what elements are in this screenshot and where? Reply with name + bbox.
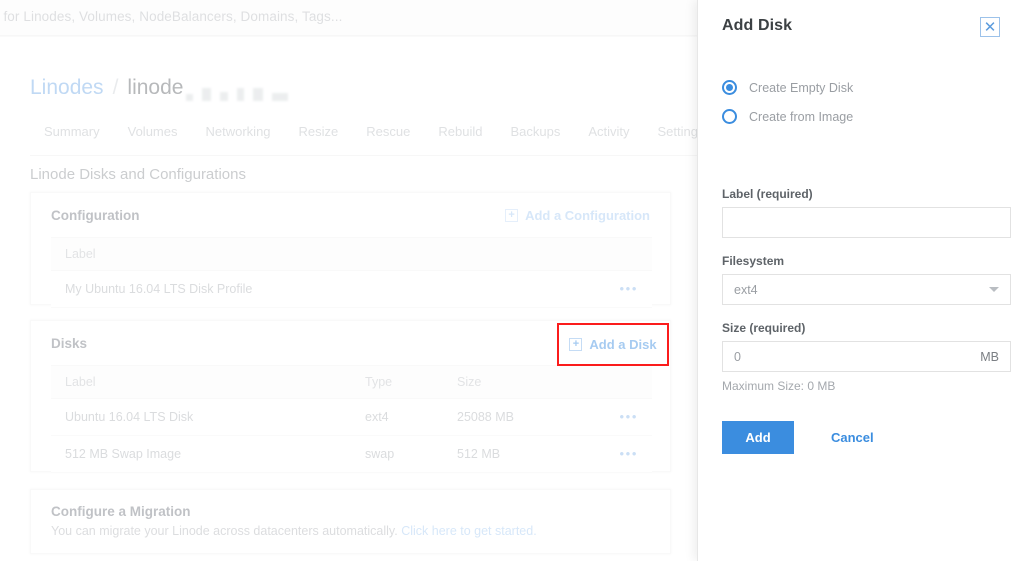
size-input[interactable]: 0 MB xyxy=(722,341,1011,372)
filesystem-field-group: Filesystem ext4 xyxy=(722,254,1000,305)
disk-row-label: 512 MB Swap Image xyxy=(51,436,351,473)
page-title: linode xyxy=(127,76,183,100)
top-search-bar[interactable]: h for Linodes, Volumes, NodeBalancers, D… xyxy=(0,0,697,36)
configuration-title: Configuration xyxy=(51,208,139,223)
column-header-type: Type xyxy=(351,366,443,399)
label-field-group: Label (required) xyxy=(722,187,1000,238)
configuration-card: Configuration + Add a Configuration Labe… xyxy=(30,192,671,305)
kebab-menu-icon[interactable]: ••• xyxy=(620,285,638,293)
disk-row-label: Ubuntu 16.04 LTS Disk xyxy=(51,399,351,436)
search-input-placeholder[interactable]: h for Linodes, Volumes, NodeBalancers, D… xyxy=(0,9,342,24)
migration-card: Configure a Migration You can migrate yo… xyxy=(30,489,671,554)
filesystem-field-label: Filesystem xyxy=(722,254,1000,268)
size-field-label: Size (required) xyxy=(722,321,1000,335)
section-heading: Linode Disks and Configurations xyxy=(30,166,246,183)
maximum-size-helper-text: Maximum Size: 0 MB xyxy=(722,379,1000,393)
add-button[interactable]: Add xyxy=(722,421,794,454)
radio-label-create-empty-disk: Create Empty Disk xyxy=(749,81,853,95)
configuration-row-spacer-1 xyxy=(351,271,443,308)
plus-icon: + xyxy=(569,338,582,351)
drawer-action-bar: Add Cancel xyxy=(722,421,1000,454)
tab-rescue[interactable]: Rescue xyxy=(352,124,424,150)
drawer-header: Add Disk ✕ xyxy=(722,0,1000,37)
disks-table: Label Type Size Ubuntu 16.04 LTS Disk ex… xyxy=(51,365,652,473)
row-actions-cell: ••• xyxy=(593,436,652,473)
disks-table-header-row: Label Type Size xyxy=(51,366,652,399)
label-input[interactable] xyxy=(722,207,1011,238)
chevron-down-icon xyxy=(989,287,999,292)
disk-row-size: 512 MB xyxy=(443,436,593,473)
column-header-spacer-2 xyxy=(443,238,593,271)
tab-resize[interactable]: Resize xyxy=(285,124,353,150)
table-row[interactable]: Ubuntu 16.04 LTS Disk ext4 25088 MB ••• xyxy=(51,399,652,436)
column-header-size: Size xyxy=(443,366,593,399)
cancel-button[interactable]: Cancel xyxy=(825,429,880,446)
size-unit-label: MB xyxy=(980,350,999,364)
disk-row-type: ext4 xyxy=(351,399,443,436)
radio-option-create-empty-disk[interactable]: Create Empty Disk xyxy=(722,73,1000,102)
add-disk-drawer: Add Disk ✕ Create Empty Disk Create from… xyxy=(697,0,1024,561)
disk-source-radio-group: Create Empty Disk Create from Image xyxy=(722,73,1000,131)
configuration-table: Label My Ubuntu 16.04 LTS Disk Profile •… xyxy=(51,237,652,308)
migration-get-started-link[interactable]: Click here to get started. xyxy=(401,524,536,538)
row-actions-cell: ••• xyxy=(593,271,652,308)
add-configuration-label: Add a Configuration xyxy=(525,208,650,223)
migration-title: Configure a Migration xyxy=(31,490,670,519)
tab-summary[interactable]: Summary xyxy=(30,124,114,150)
configuration-row-spacer-2 xyxy=(443,271,593,308)
filesystem-selected-value: ext4 xyxy=(734,283,989,297)
add-a-disk-highlight: + Add a Disk xyxy=(557,323,669,366)
migration-description: You can migrate your Linode across datac… xyxy=(31,519,670,538)
row-actions-cell: ••• xyxy=(593,399,652,436)
kebab-menu-icon[interactable]: ••• xyxy=(620,450,638,458)
table-row[interactable]: My Ubuntu 16.04 LTS Disk Profile ••• xyxy=(51,271,652,308)
radio-label-create-from-image: Create from Image xyxy=(749,110,853,124)
kebab-menu-icon[interactable]: ••• xyxy=(620,413,638,421)
radio-icon-selected[interactable] xyxy=(722,80,737,95)
app-root: h for Linodes, Volumes, NodeBalancers, D… xyxy=(0,0,1024,561)
filesystem-select[interactable]: ext4 xyxy=(722,274,1011,305)
radio-icon-unselected[interactable] xyxy=(722,109,737,124)
tab-bar: SummaryVolumesNetworkingResizeRescueRebu… xyxy=(30,124,697,156)
add-disk-button[interactable]: + Add a Disk xyxy=(569,337,656,352)
column-header-label: Label xyxy=(51,366,351,399)
size-input-value: 0 xyxy=(734,350,980,364)
table-row[interactable]: 512 MB Swap Image swap 512 MB ••• xyxy=(51,436,652,473)
label-field-label: Label (required) xyxy=(722,187,1000,201)
tab-backups[interactable]: Backups xyxy=(496,124,574,150)
close-icon[interactable]: ✕ xyxy=(980,17,1000,37)
disk-row-type: swap xyxy=(351,436,443,473)
breadcrumb-linodes-link[interactable]: Linodes xyxy=(30,76,104,100)
tab-networking[interactable]: Networking xyxy=(192,124,285,150)
tab-activity[interactable]: Activity xyxy=(574,124,643,150)
tab-settings[interactable]: Settings xyxy=(644,124,698,150)
redacted-linode-label xyxy=(186,77,290,101)
column-header-spacer-1 xyxy=(351,238,443,271)
plus-icon: + xyxy=(505,209,518,222)
disk-row-size: 25088 MB xyxy=(443,399,593,436)
drawer-title: Add Disk xyxy=(722,17,792,35)
configuration-row-label: My Ubuntu 16.04 LTS Disk Profile xyxy=(51,271,351,308)
migration-text: You can migrate your Linode across datac… xyxy=(51,524,401,538)
column-header-actions xyxy=(593,366,652,399)
tab-volumes[interactable]: Volumes xyxy=(114,124,192,150)
background-page: h for Linodes, Volumes, NodeBalancers, D… xyxy=(0,0,697,561)
add-disk-label: Add a Disk xyxy=(589,337,656,352)
configuration-table-header-row: Label xyxy=(51,238,652,271)
column-header-actions xyxy=(593,238,652,271)
configuration-card-header: Configuration + Add a Configuration xyxy=(31,193,670,237)
tab-rebuild[interactable]: Rebuild xyxy=(424,124,496,150)
add-configuration-button[interactable]: + Add a Configuration xyxy=(505,208,650,223)
breadcrumb-separator: / xyxy=(113,76,119,100)
size-field-group: Size (required) 0 MB Maximum Size: 0 MB xyxy=(722,321,1000,393)
column-header-label: Label xyxy=(51,238,351,271)
disks-title: Disks xyxy=(51,336,87,351)
breadcrumb: Linodes / linode xyxy=(30,76,291,100)
radio-option-create-from-image[interactable]: Create from Image xyxy=(722,102,1000,131)
